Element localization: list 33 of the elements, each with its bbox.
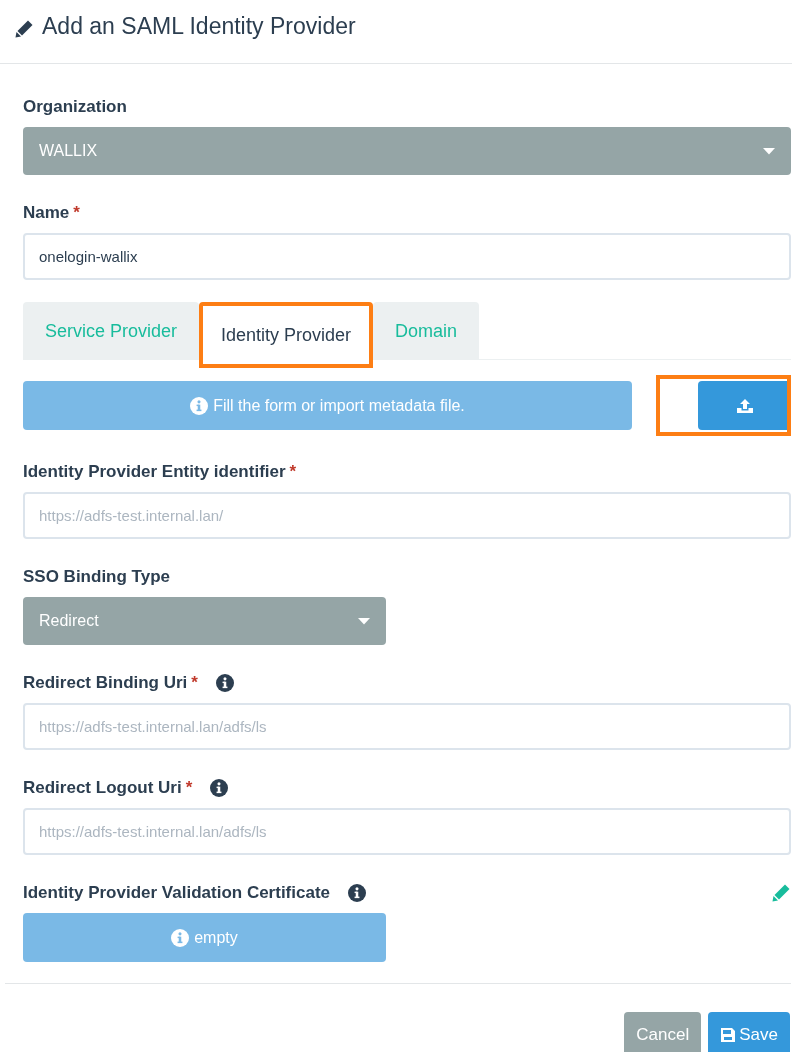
save-button[interactable]: Save <box>708 1012 790 1052</box>
text-field[interactable]: https://adfs-test.internal.lan/ <box>23 492 791 539</box>
caret-icon <box>358 617 370 625</box>
banner-text: Fill the form or import metadata file. <box>213 395 465 416</box>
field-label: Redirect Binding Uri <box>23 672 188 695</box>
required-mark: * <box>289 461 297 484</box>
required-mark: * <box>73 202 80 225</box>
field-label: Organization <box>23 96 127 119</box>
required-mark: * <box>191 672 198 695</box>
upload-icon <box>736 398 753 413</box>
name-field[interactable]: onelogin-wallix <box>23 233 791 280</box>
caret-icon <box>763 147 775 155</box>
organization-select[interactable]: WALLIX <box>23 127 791 175</box>
status-text: empty <box>194 927 238 948</box>
page-title: Add an SAML Identity Provider <box>42 13 356 41</box>
cancel-button[interactable]: Cancel <box>624 1012 702 1052</box>
text-field[interactable]: https://adfs-test.internal.lan/adfs/ls <box>23 703 791 750</box>
field-label: Redirect Logout Uri <box>23 777 182 800</box>
field-label: Name <box>23 202 70 225</box>
pencil-icon <box>14 19 34 39</box>
field-label: Identity Provider Validation Certificate <box>23 882 331 905</box>
edit-icon[interactable] <box>771 883 791 903</box>
field-label: SSO Binding Type <box>23 566 171 589</box>
binding-select[interactable]: Redirect <box>23 597 386 645</box>
text-field[interactable]: https://adfs-test.internal.lan/adfs/ls <box>23 808 791 855</box>
tab[interactable]: Service Provider <box>23 302 200 360</box>
field-label: Identity Provider Entity identifier <box>23 461 286 484</box>
tab[interactable]: Domain <box>373 302 480 360</box>
info-icon <box>190 396 209 415</box>
info-icon <box>171 928 190 947</box>
required-mark: * <box>185 777 193 800</box>
tab[interactable]: Identity Provider <box>199 302 374 368</box>
save-icon <box>720 1027 737 1043</box>
